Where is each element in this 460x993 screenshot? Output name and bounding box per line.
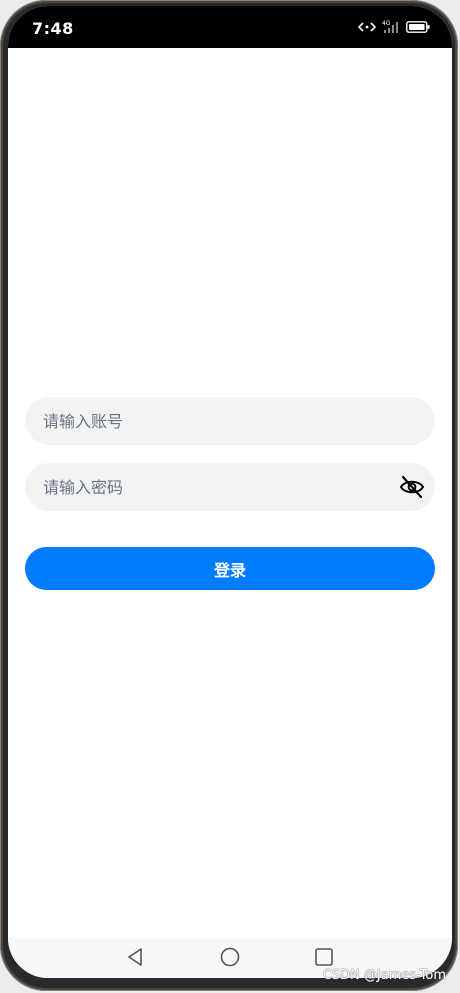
password-input[interactable] (25, 463, 435, 511)
recent-square-icon[interactable] (313, 946, 335, 968)
status-icons: 4G (358, 20, 430, 34)
back-triangle-icon[interactable] (124, 946, 146, 968)
status-time: 7:48 (32, 19, 74, 38)
account-input[interactable] (25, 397, 435, 445)
watermark-text: CSDN @James-Tom (322, 968, 446, 983)
hotspot-icon (358, 21, 376, 33)
signal-icon: 4G (382, 20, 400, 34)
battery-icon (406, 21, 430, 33)
phone-frame: 7:48 4G 请输入账号 登录 (0, 0, 458, 991)
network-label: 4G (382, 20, 391, 27)
login-button[interactable]: 登录 (25, 547, 435, 590)
home-circle-icon[interactable] (219, 946, 241, 968)
eye-off-icon[interactable] (399, 475, 425, 499)
status-bar: 7:48 4G (8, 6, 452, 48)
app-screen: 7:48 4G 请输入账号 登录 (8, 6, 452, 978)
